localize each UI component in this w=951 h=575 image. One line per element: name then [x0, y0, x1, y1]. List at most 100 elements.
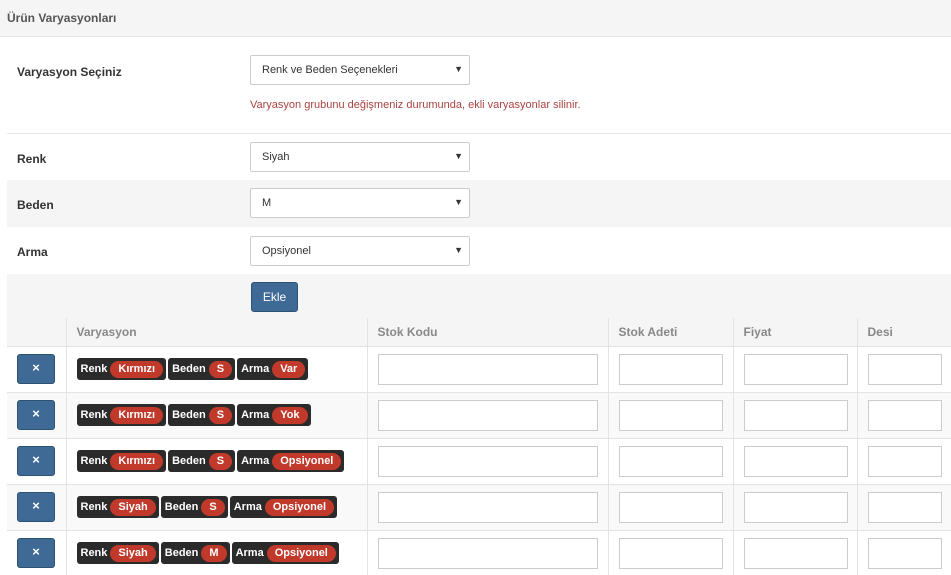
- delete-row-button[interactable]: ×: [17, 354, 55, 384]
- beden-select-value: M: [262, 197, 272, 209]
- arma-tag-value: Opsiyonel: [272, 452, 342, 470]
- add-variation-button[interactable]: Ekle: [251, 282, 298, 312]
- arma-tag-label: Arma: [241, 455, 270, 467]
- variation-select-label: Varyasyon Seçiniz: [17, 65, 122, 79]
- beden-tag-value: M: [201, 544, 227, 562]
- beden-tag-value: S: [208, 452, 233, 470]
- beden-tag: Beden S: [160, 496, 228, 518]
- variation-cell: Renk Siyah Beden M Arma Opsiyonel: [65, 530, 367, 575]
- table-row: × Renk Kırmızı Beden S Arma Var: [7, 346, 951, 393]
- table-row: × Renk Kırmızı Beden S Arma Opsiyonel: [7, 438, 951, 485]
- stock-code-input[interactable]: [377, 537, 598, 569]
- arma-tag-value: Yok: [272, 406, 308, 424]
- renk-tag-label: Renk: [80, 409, 108, 421]
- renk-select[interactable]: Siyah ▼: [250, 142, 470, 172]
- desi-input[interactable]: [867, 491, 942, 523]
- beden-tag-value: S: [208, 406, 233, 424]
- chevron-down-icon: ▼: [454, 245, 463, 255]
- col-header-varyasyon: Varyasyon: [65, 318, 367, 347]
- stock-code-input[interactable]: [377, 445, 598, 477]
- renk-tag: Renk Siyah: [76, 542, 159, 564]
- renk-tag-value: Siyah: [110, 544, 156, 562]
- col-header-fiyat: Fiyat: [732, 318, 857, 347]
- stock-quantity-input[interactable]: [618, 537, 723, 569]
- table-row: × Renk Siyah Beden M Arma Opsiyonel: [7, 530, 951, 575]
- variation-cell: Renk Kırmızı Beden S Arma Var: [65, 346, 367, 393]
- delete-row-button[interactable]: ×: [17, 400, 55, 430]
- attribute-row-renk: Renk Siyah ▼: [7, 133, 951, 180]
- beden-tag: Beden S: [168, 450, 236, 472]
- renk-tag: Renk Kırmızı: [76, 450, 167, 472]
- attribute-row-beden: Beden M ▼: [7, 180, 951, 227]
- variation-cell: Renk Kırmızı Beden S Arma Yok: [65, 392, 367, 439]
- add-row: Ekle: [7, 274, 951, 318]
- variation-group-value: Renk ve Beden Seçenekleri: [262, 64, 398, 76]
- beden-tag-label: Beden: [172, 455, 206, 467]
- beden-tag-value: S: [208, 360, 233, 378]
- col-header-stok-adeti: Stok Adeti: [607, 318, 733, 347]
- arma-tag: Arma Var: [237, 358, 309, 380]
- stock-quantity-input[interactable]: [618, 353, 723, 385]
- attribute-label-beden: Beden: [17, 198, 54, 212]
- arma-tag: Arma Opsiyonel: [231, 542, 339, 564]
- price-input[interactable]: [743, 537, 848, 569]
- arma-select-value: Opsiyonel: [262, 245, 311, 257]
- chevron-down-icon: ▼: [454, 64, 463, 74]
- beden-tag-value: S: [201, 498, 225, 516]
- arma-tag-label: Arma: [235, 547, 264, 559]
- stock-code-input[interactable]: [377, 353, 598, 385]
- price-input[interactable]: [743, 399, 848, 431]
- arma-tag-label: Arma: [241, 409, 270, 421]
- stock-quantity-input[interactable]: [618, 491, 723, 523]
- panel-title: Ürün Varyasyonları: [7, 11, 117, 25]
- desi-input[interactable]: [867, 399, 942, 431]
- arma-tag: Arma Opsiyonel: [229, 496, 338, 518]
- stock-code-input[interactable]: [377, 399, 598, 431]
- arma-tag: Arma Opsiyonel: [237, 450, 345, 472]
- price-input[interactable]: [743, 491, 848, 523]
- renk-tag-value: Kırmızı: [110, 452, 164, 470]
- chevron-down-icon: ▼: [454, 197, 463, 207]
- col-header-desi: Desi: [856, 318, 951, 347]
- chevron-down-icon: ▼: [454, 151, 463, 161]
- desi-input[interactable]: [867, 537, 942, 569]
- delete-row-button[interactable]: ×: [17, 446, 55, 476]
- arma-tag-label: Arma: [233, 501, 262, 513]
- renk-tag-label: Renk: [80, 455, 108, 467]
- beden-tag: Beden S: [168, 404, 236, 426]
- renk-tag: Renk Kırmızı: [76, 404, 167, 426]
- renk-tag-label: Renk: [80, 501, 108, 513]
- attribute-label-arma: Arma: [17, 245, 48, 259]
- variation-group-select[interactable]: Renk ve Beden Seçenekleri ▼: [250, 55, 470, 85]
- variation-select-row: Varyasyon Seçiniz Renk ve Beden Seçenekl…: [7, 37, 951, 133]
- price-input[interactable]: [743, 445, 848, 477]
- table-row: × Renk Kırmızı Beden S Arma Yok: [7, 392, 951, 439]
- renk-tag-label: Renk: [80, 363, 108, 375]
- attribute-row-arma: Arma Opsiyonel ▼: [7, 227, 951, 274]
- beden-tag-label: Beden: [164, 501, 199, 513]
- renk-tag-value: Siyah: [110, 498, 156, 516]
- desi-input[interactable]: [867, 445, 942, 477]
- delete-row-button[interactable]: ×: [17, 538, 55, 568]
- renk-tag-value: Kırmızı: [110, 406, 164, 424]
- variation-cell: Renk Kırmızı Beden S Arma Opsiyonel: [65, 438, 367, 485]
- price-input[interactable]: [743, 353, 848, 385]
- renk-tag-label: Renk: [80, 547, 108, 559]
- beden-tag-label: Beden: [172, 363, 206, 375]
- variation-warning: Varyasyon grubunu değişmeniz durumunda, …: [250, 99, 581, 111]
- beden-tag-label: Beden: [164, 547, 199, 559]
- beden-tag-label: Beden: [172, 409, 206, 421]
- stock-quantity-input[interactable]: [618, 399, 723, 431]
- panel-heading: Ürün Varyasyonları: [0, 0, 951, 37]
- arma-select[interactable]: Opsiyonel ▼: [250, 236, 470, 266]
- stock-code-input[interactable]: [377, 491, 598, 523]
- renk-tag-value: Kırmızı: [110, 360, 164, 378]
- arma-tag-value: Opsiyonel: [266, 544, 336, 562]
- desi-input[interactable]: [867, 353, 942, 385]
- renk-select-value: Siyah: [262, 151, 290, 163]
- attribute-label-renk: Renk: [17, 152, 47, 166]
- beden-select[interactable]: M ▼: [250, 188, 470, 218]
- renk-tag: Renk Siyah: [76, 496, 159, 518]
- stock-quantity-input[interactable]: [618, 445, 723, 477]
- delete-row-button[interactable]: ×: [17, 492, 55, 522]
